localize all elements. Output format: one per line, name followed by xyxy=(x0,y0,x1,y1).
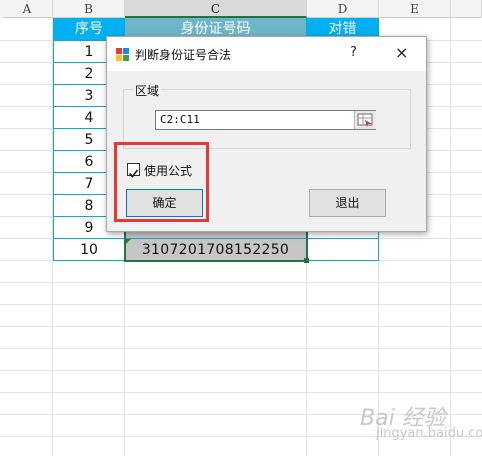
range-select-icon[interactable] xyxy=(354,111,376,129)
watermark-url: jingyan.baidu.com xyxy=(376,426,482,441)
help-button[interactable]: ? xyxy=(350,45,357,60)
gridline xyxy=(0,370,482,371)
column-header-c[interactable]: C xyxy=(125,0,307,18)
range-group-label: 区域 xyxy=(133,82,162,99)
column-header-d[interactable]: D xyxy=(307,0,379,18)
row-number-cell[interactable]: 10 xyxy=(53,239,125,261)
column-header-b[interactable]: B xyxy=(53,0,125,18)
error-indicator-icon xyxy=(126,239,131,244)
gridline xyxy=(0,348,482,349)
id-number-cell[interactable]: 3107201708152250 xyxy=(125,239,307,261)
gridline xyxy=(0,392,482,393)
gridline xyxy=(0,282,482,283)
range-picker-icon xyxy=(357,113,373,127)
dialog-title: 判断身份证号合法 xyxy=(135,48,232,62)
range-input[interactable]: C2:C11 xyxy=(155,110,376,130)
close-button[interactable]: × xyxy=(395,43,408,62)
app-icon xyxy=(116,48,129,61)
annotation-highlight-box xyxy=(114,142,209,222)
dialog-titlebar[interactable]: 判断身份证号合法 ? × xyxy=(107,37,426,71)
quit-button[interactable]: 退出 xyxy=(309,189,386,217)
gridline xyxy=(0,326,482,327)
column-header-a[interactable]: A xyxy=(2,0,53,18)
column-header-f[interactable] xyxy=(451,0,482,18)
gridline xyxy=(0,304,482,305)
column-header-e[interactable]: E xyxy=(379,0,451,18)
result-cell[interactable] xyxy=(307,239,379,261)
fill-handle[interactable] xyxy=(304,258,309,263)
